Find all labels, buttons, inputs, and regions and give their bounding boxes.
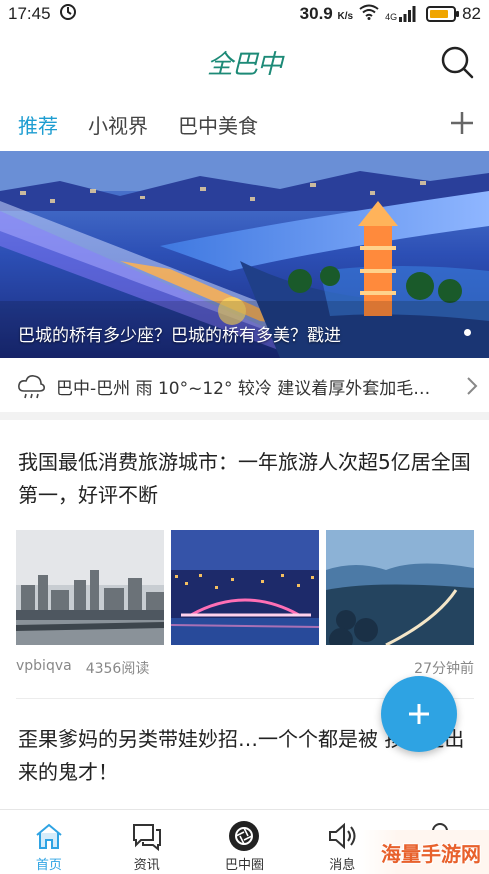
thumbnail-2 [171, 530, 319, 645]
app-logo: 全巴中 [206, 49, 283, 80]
article-meta: vpbiqva 4356阅读 27分钟前 [16, 658, 474, 678]
weather-bar[interactable]: 巴中-巴州 雨 10°~12° 较冷 建议着厚外套加毛… [0, 360, 489, 412]
tab-recommend[interactable]: 推荐 [18, 110, 58, 139]
carousel-indicator [464, 329, 471, 336]
rain-cloud-icon [18, 375, 45, 399]
weather-text: 巴中-巴州 雨 10°~12° 较冷 建议着厚外套加毛… [56, 378, 431, 399]
network-speed: 30.9 K/s [299, 4, 354, 23]
nav-news[interactable]: 资讯 [98, 810, 196, 874]
sync-icon [59, 3, 77, 26]
thumbnail-1 [16, 530, 164, 645]
plus-icon [409, 704, 429, 724]
status-time: 17:45 [8, 4, 51, 23]
nav-bazhong-circle[interactable]: 巴中圈 [196, 810, 294, 874]
plus-icon [451, 112, 473, 134]
article-thumbnails[interactable] [16, 530, 474, 645]
chat-icon [132, 824, 161, 852]
section-divider [0, 412, 489, 420]
thumbnail-3 [326, 530, 474, 645]
channel-tabs: 推荐 小视界 巴中美食 [0, 100, 489, 148]
battery-level: 82 [462, 4, 481, 23]
home-icon [36, 823, 62, 849]
article-read-count: 4356阅读 [85, 661, 150, 677]
chevron-right-icon [467, 377, 478, 395]
status-bar: 17:45 30.9 K/s 4G 82 [0, 0, 489, 28]
tab-small-view[interactable]: 小视界 [88, 110, 148, 139]
battery-icon [426, 6, 460, 22]
banner-caption: 巴城的桥有多少座？巴城的桥有多美？戳进 [18, 326, 341, 346]
signal-icon: 4G [385, 6, 416, 22]
search-icon [441, 46, 474, 79]
tab-bazhong-food[interactable]: 巴中美食 [178, 110, 258, 139]
banner-carousel[interactable]: 巴城的桥有多少座？巴城的桥有多美？戳进 [0, 151, 489, 358]
compose-button[interactable] [381, 676, 457, 752]
article-author: vpbiqva [16, 658, 72, 674]
speaker-icon [329, 822, 356, 850]
search-button[interactable] [439, 44, 475, 80]
app-header: 全巴中 [0, 28, 489, 96]
add-channel-button[interactable] [447, 108, 477, 138]
article-title[interactable]: 我国最低消费旅游城市：一年旅游人次超5亿居全国第一，好评不断 [18, 446, 473, 512]
site-watermark: 海量手游网 [359, 830, 489, 874]
camera-icon [229, 821, 260, 851]
article-timestamp: 27分钟前 [414, 661, 474, 677]
wifi-icon [359, 4, 379, 25]
nav-home[interactable]: 首页 [0, 810, 98, 874]
